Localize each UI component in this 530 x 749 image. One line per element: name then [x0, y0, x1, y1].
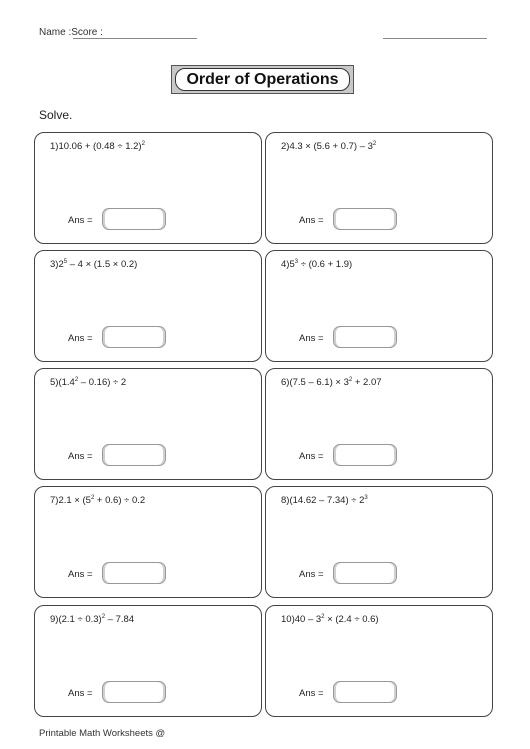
- exponent: 2: [141, 141, 145, 147]
- page-title: Order of Operations: [175, 68, 350, 91]
- answer-label: Ans =: [299, 569, 324, 580]
- problem-card: 10)40 – 32 × (2.4 ÷ 0.6) Ans =: [265, 605, 493, 717]
- exponent: 3: [364, 495, 368, 501]
- expression-text: (7.5 – 6.1) × 3: [289, 377, 349, 388]
- problem-card: 2)4.3 × (5.6 + 0.7) – 32 Ans =: [265, 132, 493, 244]
- problem-expression: 7)2.1 × (52 + 0.6) ÷ 0.2: [50, 495, 145, 506]
- expression-text: – 4 × (1.5 × 0.2): [67, 259, 138, 270]
- answer-input[interactable]: [333, 562, 397, 584]
- instruction: Solve.: [39, 108, 73, 122]
- problem-expression: 5)(1.42 – 0.16) ÷ 2: [50, 377, 126, 388]
- problem-card: 7)2.1 × (52 + 0.6) ÷ 0.2 Ans =: [34, 486, 262, 598]
- answer-label: Ans =: [299, 451, 324, 462]
- answer-input[interactable]: [333, 444, 397, 466]
- problem-expression: 2)4.3 × (5.6 + 0.7) – 32: [281, 141, 376, 152]
- answer-label: Ans =: [68, 333, 93, 344]
- answer-label: Ans =: [68, 569, 93, 580]
- expression-text: 10.06 + (0.48 ÷ 1.2): [58, 141, 142, 152]
- problem-number: 10): [281, 614, 295, 625]
- problem-expression: 9)(2.1 ÷ 0.3)2 – 7.84: [50, 614, 134, 625]
- problem-card: 3)25 – 4 × (1.5 × 0.2) Ans =: [34, 250, 262, 362]
- expression-text: (2.1 ÷ 0.3): [58, 614, 102, 625]
- expression-text: 4.3 × (5.6 + 0.7) – 3: [289, 141, 373, 152]
- answer-input[interactable]: [102, 208, 166, 230]
- problem-expression: 10)40 – 32 × (2.4 ÷ 0.6): [281, 614, 379, 625]
- name-label: Name :: [39, 27, 72, 38]
- problem-expression: 1)10.06 + (0.48 ÷ 1.2)2: [50, 141, 145, 152]
- footer-text: Printable Math Worksheets @: [39, 728, 166, 739]
- answer-input[interactable]: [102, 444, 166, 466]
- expression-text: 2.1 × (5: [58, 495, 91, 506]
- expression-text: – 7.84: [105, 614, 135, 625]
- name-input-line[interactable]: [73, 38, 197, 39]
- answer-input[interactable]: [333, 208, 397, 230]
- name-score-label: Name :Score :: [39, 27, 103, 38]
- exponent: 2: [372, 141, 377, 147]
- answer-label: Ans =: [68, 215, 93, 226]
- answer-input[interactable]: [102, 562, 166, 584]
- problem-expression: 4)53 ÷ (0.6 + 1.9): [281, 259, 352, 270]
- problem-card: 1)10.06 + (0.48 ÷ 1.2)2 Ans =: [34, 132, 262, 244]
- expression-text: ÷ (0.6 + 1.9): [298, 259, 353, 270]
- expression-text: × (2.4 ÷ 0.6): [324, 614, 379, 625]
- answer-input[interactable]: [102, 681, 166, 703]
- answer-label: Ans =: [299, 215, 324, 226]
- title-banner: Order of Operations: [171, 65, 354, 94]
- problem-card: 9)(2.1 ÷ 0.3)2 – 7.84 Ans =: [34, 605, 262, 717]
- problem-card: 8)(14.62 – 7.34) ÷ 23 Ans =: [265, 486, 493, 598]
- score-label: Score :: [71, 27, 103, 38]
- expression-text: + 2.07: [352, 377, 382, 388]
- expression-text: (14.62 – 7.34) ÷ 2: [289, 495, 365, 506]
- answer-label: Ans =: [299, 333, 324, 344]
- answer-label: Ans =: [68, 451, 93, 462]
- answer-input[interactable]: [333, 681, 397, 703]
- problem-card: 4)53 ÷ (0.6 + 1.9) Ans =: [265, 250, 493, 362]
- answer-label: Ans =: [299, 688, 324, 699]
- answer-label: Ans =: [68, 688, 93, 699]
- problem-expression: 6)(7.5 – 6.1) × 32 + 2.07: [281, 377, 382, 388]
- score-input-line[interactable]: [383, 38, 487, 39]
- answer-input[interactable]: [102, 326, 166, 348]
- problem-card: 5)(1.42 – 0.16) ÷ 2 Ans =: [34, 368, 262, 480]
- problem-expression: 3)25 – 4 × (1.5 × 0.2): [50, 259, 137, 270]
- problem-expression: 8)(14.62 – 7.34) ÷ 23: [281, 495, 368, 506]
- answer-input[interactable]: [333, 326, 397, 348]
- expression-text: 40 – 3: [294, 614, 322, 625]
- expression-text: (1.4: [58, 377, 75, 388]
- expression-text: + 0.6) ÷ 0.2: [94, 495, 146, 506]
- expression-text: – 0.16) ÷ 2: [78, 377, 127, 388]
- problem-card: 6)(7.5 – 6.1) × 32 + 2.07 Ans =: [265, 368, 493, 480]
